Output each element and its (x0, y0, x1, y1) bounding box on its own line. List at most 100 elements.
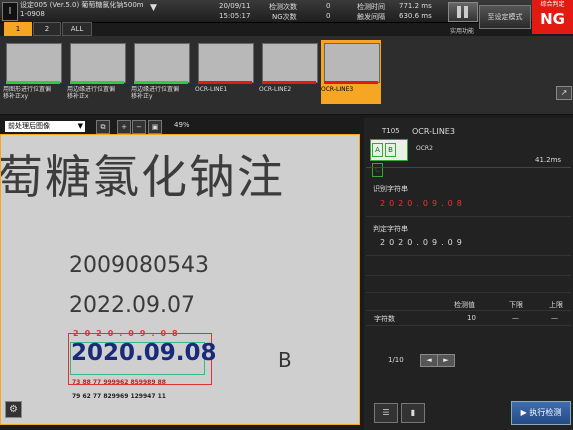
status-bar (134, 81, 188, 84)
setting-title-line2: 1-0908 (20, 10, 45, 18)
tools-label: 实用功能 (449, 28, 474, 35)
printed-batch-number: 2009080543 (69, 253, 209, 278)
expand-icon[interactable]: ↗ (556, 86, 572, 100)
status-bar (6, 81, 60, 84)
tab-all[interactable]: ALL (62, 22, 92, 36)
insp-count-value: 0 (326, 2, 331, 10)
tool-sub-name: OCR2 (416, 145, 433, 152)
ocr-icon: A BC (370, 139, 408, 177)
tab-label: 1 (15, 25, 21, 33)
gear-icon[interactable]: ⚙ (5, 401, 22, 418)
printed-expiry-date: 2022.09.07 (69, 293, 195, 318)
fit-window-icon[interactable]: ⧉ (96, 120, 110, 134)
play-icon: ▶ (520, 408, 527, 417)
divider (366, 275, 571, 276)
tools-button[interactable] (448, 2, 478, 22)
divider (366, 255, 571, 256)
run-inspection-button[interactable]: ▶ 执行检测 (511, 401, 571, 425)
status-bar (70, 81, 124, 84)
char-count-upper: — (551, 314, 558, 322)
image-type-select[interactable]: 前处理后图像 ▼ (5, 121, 85, 132)
setting-title-line1: 设定005 (Ver.5.0) 葡萄糖氯化钠500m (20, 1, 144, 9)
image-type-value: 前处理后图像 (8, 122, 50, 130)
thumbnail-label: OCR-LINE2 (259, 86, 292, 93)
insp-time-label: 检测时间 (357, 3, 385, 11)
thumbnail-image (6, 43, 62, 83)
time: 15:05:17 (219, 12, 251, 20)
wrench-icon (457, 6, 468, 18)
thumbnail-image (262, 43, 318, 83)
divider (366, 292, 571, 293)
printed-label-text: 萄糖氯化钠注 (0, 150, 285, 204)
judge-string-value: 2020.09.09 (380, 238, 466, 247)
judge-value: NG (540, 10, 565, 28)
tab-label: 2 (44, 25, 50, 33)
page-tabs: 1 2 ALL (0, 22, 100, 36)
ocr-char-overlay: 2020.09.08 (73, 329, 184, 338)
insp-time-value: 771.2 ms (399, 2, 432, 10)
inspection-image[interactable]: 萄糖氯化钠注 2009080543 2022.09.07 2020.09.08 … (0, 134, 360, 425)
thumbnail-tool[interactable]: 用边缘进行位置偏 移补正y (131, 40, 191, 102)
date: 20/09/11 (219, 2, 251, 10)
chart-view-icon[interactable]: ▮ (401, 403, 425, 423)
recognized-value: 2020.09.08 (380, 199, 466, 208)
prev-page-button[interactable]: ◄ (420, 354, 438, 367)
next-page-button[interactable]: ► (437, 354, 455, 367)
tool-thumbnail-strip: 用图形进行位置偏 移补正xy 用边缘进行位置偏 移补正x 用边缘进行位置偏 移补正y … (0, 36, 573, 115)
ocr-score-overlay-2: 79 62 77 829969 129947 11 (72, 393, 166, 400)
divider (366, 167, 571, 168)
tab-1[interactable]: 1 (4, 22, 32, 36)
chevron-down-icon[interactable]: ▼ (150, 3, 163, 13)
setting-mode-button[interactable]: 至设定模式 (479, 5, 531, 29)
printed-b-mark: B (278, 348, 292, 372)
list-view-icon[interactable]: ☰ (374, 403, 398, 423)
run-inspection-label: 执行检测 (529, 408, 562, 417)
tool-id: T105 (382, 127, 400, 135)
thumbnail-label: 用边缘进行位置偏 移补正x (67, 86, 116, 100)
zoom-in-icon[interactable]: + (117, 120, 131, 134)
page-indicator: 1/10 (388, 356, 404, 364)
status-bar (262, 81, 316, 84)
char-count-lower: — (512, 314, 519, 322)
thumbnail-tool[interactable]: 用图形进行位置偏 移补正xy (3, 40, 63, 102)
setting-title[interactable]: 设定005 (Ver.5.0) 葡萄糖氯化钠500m 1-0908 (20, 1, 160, 19)
insp-count-label: 检测次数 (269, 3, 297, 11)
thumbnail-tool[interactable]: OCR-LINE1 (195, 40, 255, 102)
menu-icon[interactable]: Ⅰ (2, 2, 18, 21)
tab-2[interactable]: 2 (33, 22, 61, 36)
thumbnail-label: 用边缘进行位置偏 移补正y (131, 86, 180, 100)
divider (366, 216, 571, 217)
status-bar (324, 81, 378, 84)
ng-count-label: NG次数 (272, 13, 297, 21)
tab-label: ALL (70, 25, 84, 33)
col-upper-header: 上限 (549, 301, 563, 309)
thumbnail-tool[interactable]: 用边缘进行位置偏 移补正x (67, 40, 127, 102)
thumbnail-image (324, 43, 380, 83)
fullscreen-icon[interactable]: ▣ (148, 120, 162, 134)
thumbnail-tool[interactable]: OCR-LINE2 (259, 40, 319, 102)
judge-string-label: 判定字符串 (373, 225, 408, 233)
thumbnail-image (198, 43, 254, 83)
printed-production-date: 2020.09.08 (71, 340, 217, 366)
overall-judge: 综合判定 NG (532, 0, 573, 34)
char-count-detect: 10 (467, 314, 476, 322)
col-lower-header: 下限 (509, 301, 523, 309)
recognized-label: 识别字符串 (373, 185, 408, 193)
trigger-interval-value: 630.6 ms (399, 12, 432, 20)
result-panel (364, 118, 573, 430)
thumbnail-label: OCR-LINE3 (321, 86, 354, 93)
ocr-score-overlay: 73 88 77 999962 859989 88 (72, 379, 166, 386)
judge-label: 综合判定 (540, 1, 565, 8)
divider (366, 325, 571, 326)
chevron-down-icon: ▼ (77, 122, 83, 130)
divider (366, 310, 571, 311)
thumbnail-label: 用图形进行位置偏 移补正xy (3, 86, 52, 100)
zoom-out-icon[interactable]: − (132, 120, 146, 134)
trigger-interval-label: 触发间隔 (357, 13, 385, 21)
zoom-level: 49% (174, 121, 190, 129)
ng-count-value: 0 (326, 12, 331, 20)
tool-name: OCR-LINE3 (412, 127, 455, 136)
thumbnail-tool-selected[interactable]: OCR-LINE3 (321, 40, 381, 104)
thumbnail-image (70, 43, 126, 83)
char-count-label: 字符数 (374, 315, 395, 323)
